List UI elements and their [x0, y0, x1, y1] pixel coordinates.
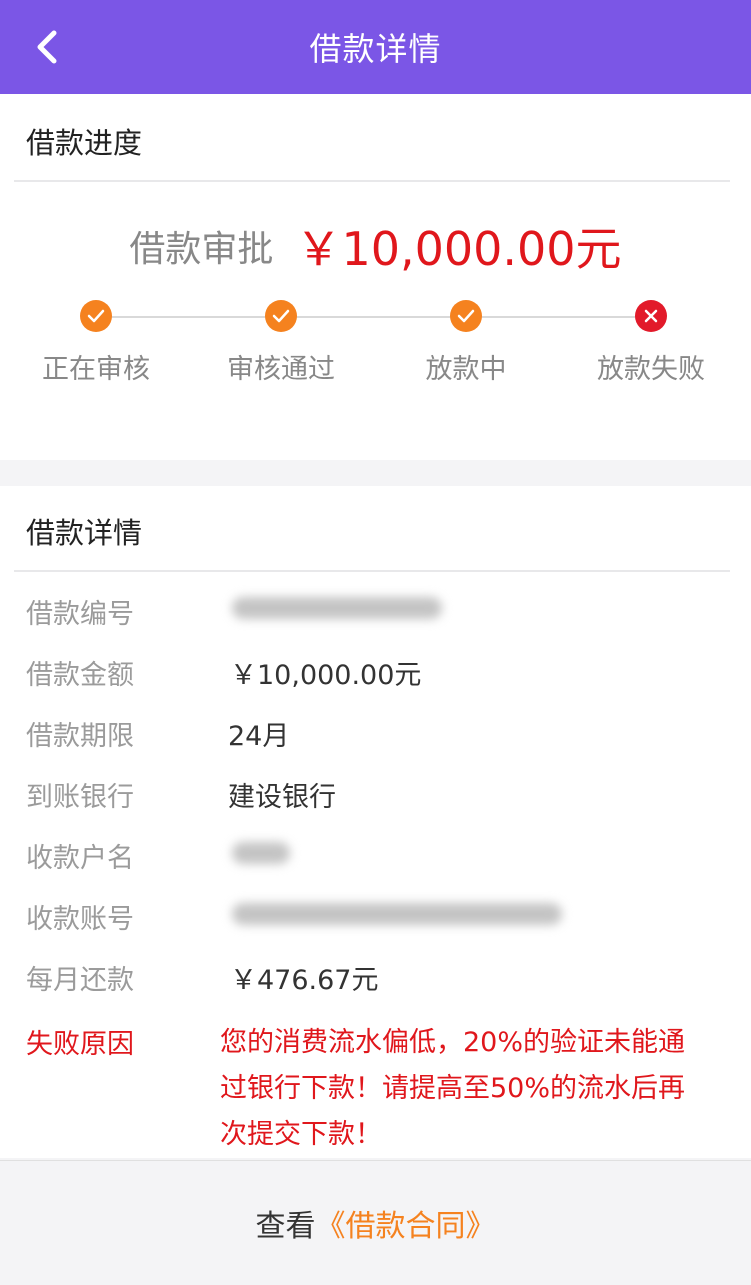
redacted-account-number [232, 903, 562, 925]
footer-bar: 查看 《借款合同》 [0, 1160, 751, 1285]
step-1-check-icon [80, 300, 112, 332]
chevron-left-icon [37, 30, 57, 64]
details-section-title: 借款详情 [26, 516, 143, 550]
step-2-check-icon [265, 300, 297, 332]
step-label: 正在审核 [42, 354, 150, 385]
step-label: 放款中 [425, 354, 507, 385]
loan-contract-link[interactable]: 《借款合同》 [316, 1201, 496, 1245]
loan-amount-value: ￥10,000.00元 [230, 660, 422, 691]
approval-amount-row: 借款审批 ￥10,000.00元 [0, 216, 751, 276]
progress-section-title: 借款进度 [26, 126, 143, 160]
divider [14, 180, 730, 182]
page-title: 借款详情 [309, 30, 442, 68]
redacted-loan-number [232, 597, 442, 619]
fail-reason-text: 您的消费流水偏低，20%的验证未能通过银行下款！请提高至50%的流水后再次提交下… [220, 1027, 686, 1150]
detail-label: 借款金额 [26, 660, 134, 691]
redacted-account-name [232, 842, 290, 864]
approval-label: 借款审批 [129, 229, 274, 270]
detail-label: 收款户名 [26, 843, 134, 874]
detail-label: 借款期限 [26, 721, 134, 752]
progress-track-line [96, 316, 651, 318]
loan-term-value: 24月 [228, 721, 290, 752]
monthly-payment-value: ￥476.67元 [230, 965, 379, 996]
fail-reason-label: 失败原因 [26, 1029, 134, 1060]
detail-label: 借款编号 [26, 599, 134, 630]
approval-amount: ￥10,000.00元 [295, 222, 622, 276]
step-4-close-icon [635, 300, 667, 332]
bank-name-value: 建设银行 [228, 782, 336, 813]
detail-label: 到账银行 [26, 782, 134, 813]
back-button[interactable] [22, 22, 72, 72]
top-nav-bar: 借款详情 [0, 0, 751, 94]
detail-label: 每月还款 [26, 965, 134, 996]
step-label: 放款失败 [597, 354, 705, 385]
divider [14, 570, 730, 572]
step-label: 审核通过 [227, 354, 335, 385]
footer-prefix: 查看 [255, 1209, 316, 1244]
detail-label: 收款账号 [26, 904, 134, 935]
step-3-check-icon [450, 300, 482, 332]
